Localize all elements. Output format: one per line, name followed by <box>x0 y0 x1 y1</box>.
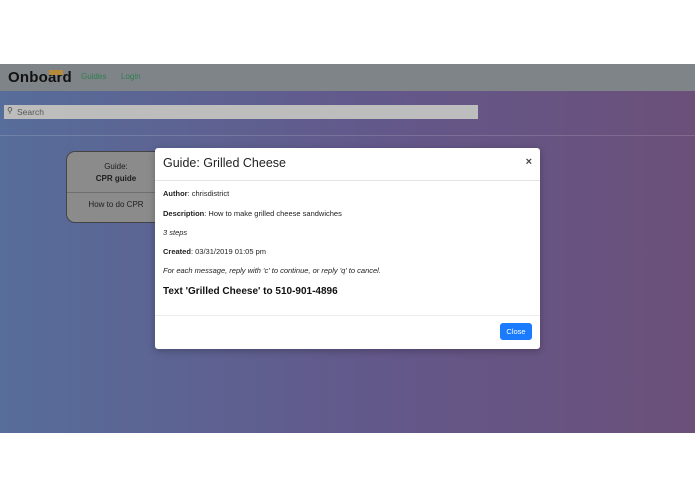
close-icon[interactable]: × <box>526 156 532 168</box>
description-line: Description: How to make grilled cheese … <box>163 209 342 218</box>
created-label: Created <box>163 247 191 256</box>
guide-card-label: Guide: <box>104 162 128 171</box>
search-input[interactable] <box>17 105 477 119</box>
nav-link-login[interactable]: Login <box>121 72 141 81</box>
author-value: : chrisdistrict <box>187 189 230 198</box>
guide-card[interactable]: Guide: CPR guide How to do CPR <box>66 151 166 223</box>
description-value: : How to make grilled cheese sandwiches <box>204 209 342 218</box>
search-icon: ⚲ <box>7 106 13 115</box>
author-label: Author <box>163 189 188 198</box>
modal-title: Guide: Grilled Cheese <box>163 156 286 170</box>
steps-count: 3 steps <box>163 228 188 237</box>
brand-mark-icon <box>49 70 63 75</box>
description-label: Description <box>163 209 205 218</box>
guide-modal: Guide: Grilled Cheese × Author: chrisdis… <box>155 148 540 349</box>
author-line: Author: chrisdistrict <box>163 189 229 198</box>
close-button[interactable]: Close <box>500 323 532 340</box>
modal-header: Guide: Grilled Cheese × <box>155 148 540 181</box>
sms-cta-text: Text 'Grilled Cheese' to 510-901-4896 <box>163 286 338 297</box>
modal-footer-divider <box>155 315 540 316</box>
search-bar: ⚲ <box>4 105 478 119</box>
guide-card-divider <box>67 192 165 193</box>
nav-link-guides[interactable]: Guides <box>81 72 106 81</box>
section-divider <box>0 135 695 136</box>
instructions-text: For each message, reply with 'c' to cont… <box>163 266 381 275</box>
guide-card-body: How to do CPR <box>88 200 144 209</box>
guide-card-title: CPR guide <box>95 174 137 183</box>
created-value: : 03/31/2019 01:05 pm <box>190 247 266 256</box>
guide-card-header: Guide: CPR guide <box>67 152 165 192</box>
navbar: Onboard Guides Login <box>0 64 695 91</box>
created-line: Created: 03/31/2019 01:05 pm <box>163 247 266 256</box>
